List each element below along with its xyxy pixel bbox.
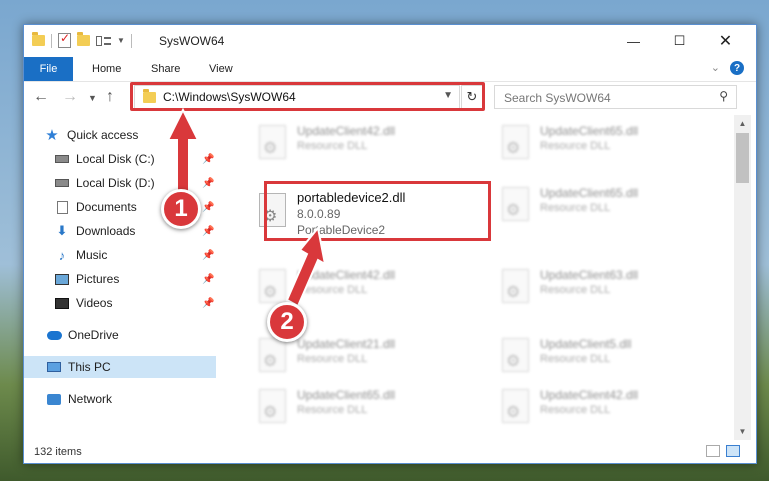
step-1-badge: 1 (161, 189, 201, 229)
callout-arrows (166, 107, 327, 308)
step-2-badge: 2 (267, 302, 307, 342)
